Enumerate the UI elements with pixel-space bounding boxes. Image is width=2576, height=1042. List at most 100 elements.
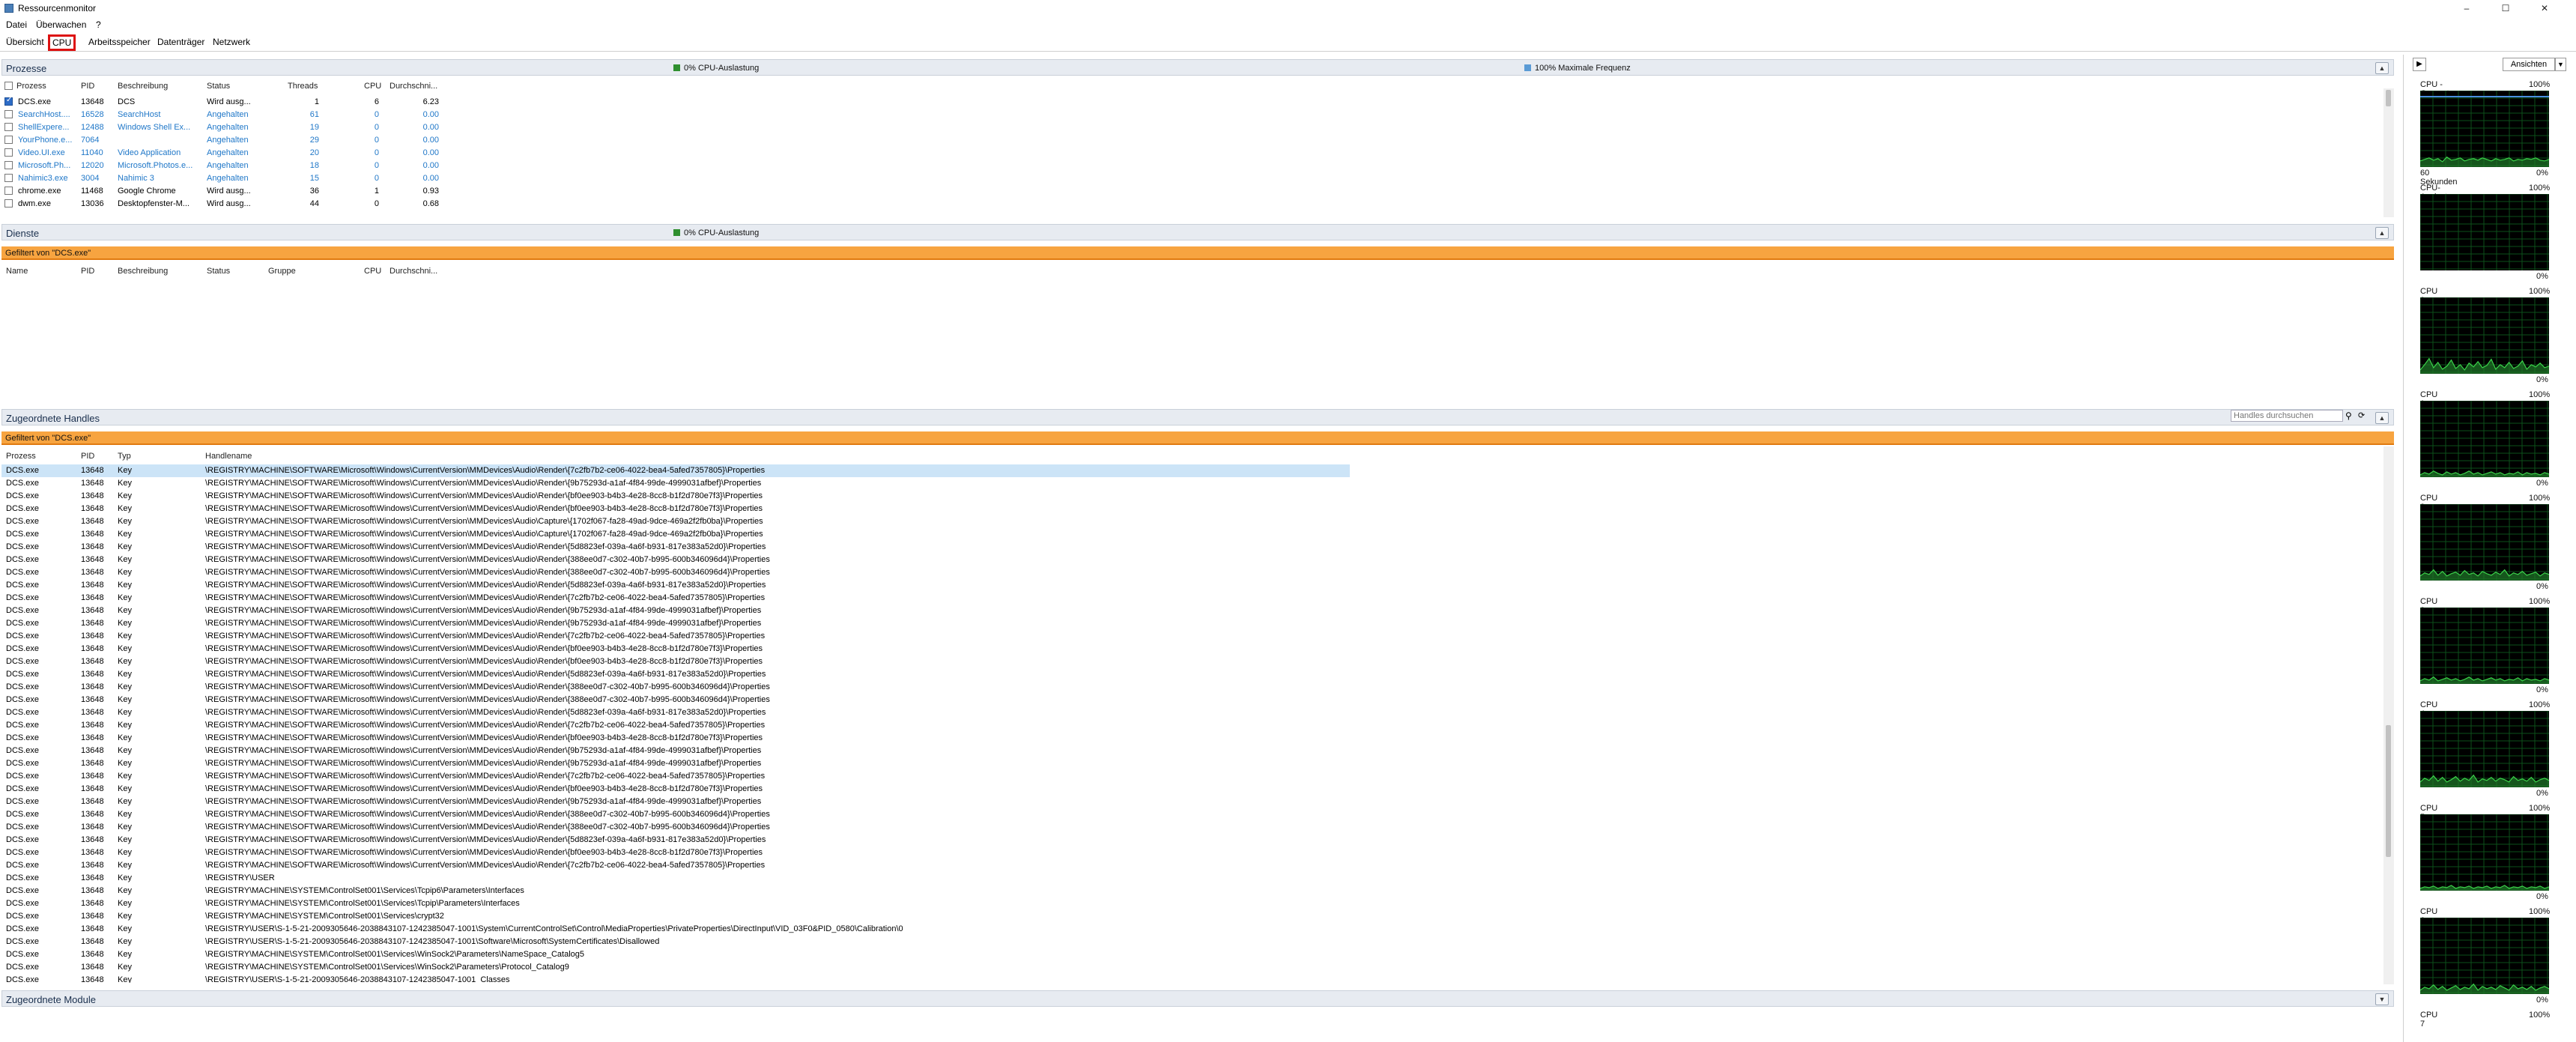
process-row[interactable]: YourPhone.e... 7064 Angehalten 29 0 0.00 <box>1 134 443 147</box>
handle-row[interactable]: DCS.exe 13648 Key \REGISTRY\MACHINE\SOFTWAR… <box>1 617 1350 630</box>
process-row[interactable]: SearchHost.... 16528 SearchHost Angehalten 6… <box>1 109 443 121</box>
search-icon[interactable]: ⚲ <box>2345 411 2352 421</box>
process-row[interactable]: ShellExpere... 12488 Windows Shell Ex... An… <box>1 121 443 134</box>
process-checkbox[interactable] <box>4 199 13 208</box>
handle-row[interactable]: DCS.exe 13648 Key \REGISTRY\USER\S-1-5-21-2… <box>1 936 1350 948</box>
handle-row[interactable]: DCS.exe 13648 Key \REGISTRY\MACHINE\SOFTWAR… <box>1 477 1350 490</box>
col-handle-pid[interactable]: PID <box>81 452 94 461</box>
views-dropdown-icon[interactable]: ▼ <box>2555 58 2566 71</box>
handle-row[interactable]: DCS.exe 13648 Key \REGISTRY\USER\S-1-5-21-2… <box>1 974 1350 983</box>
close-button[interactable]: ✕ <box>2527 0 2562 16</box>
col-service-cpu[interactable]: CPU <box>364 267 381 276</box>
tab-arbeitsspeicher[interactable]: Arbeitsspeicher <box>88 37 151 47</box>
processes-header[interactable]: Prozesse 0% CPU-Auslastung 100% Maximale… <box>1 59 2394 76</box>
process-row[interactable]: DCS.exe 13648 DCS Wird ausg... 1 6 6.23 <box>1 96 443 109</box>
process-checkbox[interactable] <box>4 136 13 144</box>
handle-row[interactable]: DCS.exe 13648 Key \REGISTRY\MACHINE\SOFTWAR… <box>1 655 1350 668</box>
col-service-pid[interactable]: PID <box>81 267 94 276</box>
col-status[interactable]: Status <box>207 82 230 91</box>
process-checkbox[interactable] <box>4 161 13 169</box>
handle-row[interactable]: DCS.exe 13648 Key \REGISTRY\MACHINE\SOFTWAR… <box>1 834 1350 846</box>
collapse-processes-button[interactable]: ▲ <box>2375 62 2389 74</box>
modules-header[interactable]: Zugeordnete Module ▼ <box>1 990 2394 1007</box>
process-row[interactable]: dwm.exe 13036 Desktopfenster-M... Wird ausg… <box>1 198 443 210</box>
handle-row[interactable]: DCS.exe 13648 Key \REGISTRY\MACHINE\SOFTWAR… <box>1 732 1350 745</box>
collapse-panel-button[interactable]: ▶ <box>2413 58 2426 71</box>
handles-scrollbar[interactable] <box>2383 446 2394 984</box>
process-checkbox[interactable] <box>4 148 13 157</box>
handle-row[interactable]: DCS.exe 13648 Key \REGISTRY\MACHINE\SOFTWAR… <box>1 579 1350 592</box>
process-checkbox[interactable] <box>4 174 13 182</box>
handle-row[interactable]: DCS.exe 13648 Key \REGISTRY\MACHINE\SOFTWAR… <box>1 783 1350 796</box>
col-handle-prozess[interactable]: Prozess <box>6 452 36 461</box>
processes-scroll-thumb[interactable] <box>2386 90 2391 106</box>
handle-row[interactable]: DCS.exe 13648 Key \REGISTRY\MACHINE\SOFTWAR… <box>1 745 1350 757</box>
handle-row[interactable]: DCS.exe 13648 Key \REGISTRY\MACHINE\SOFTWAR… <box>1 541 1350 554</box>
process-row[interactable]: Microsoft.Ph... 12020 Microsoft.Photos.e..… <box>1 160 443 172</box>
handle-row[interactable]: DCS.exe 13648 Key \REGISTRY\USER\S-1-5-21-2… <box>1 923 1350 936</box>
col-beschreibung[interactable]: Beschreibung <box>118 82 168 91</box>
handle-row[interactable]: DCS.exe 13648 Key \REGISTRY\MACHINE\SOFTWAR… <box>1 770 1350 783</box>
handle-row[interactable]: DCS.exe 13648 Key \REGISTRY\MACHINE\SOFTWAR… <box>1 490 1350 503</box>
menu-help[interactable]: ? <box>96 19 101 30</box>
select-all-checkbox[interactable] <box>4 82 13 90</box>
tab-datentraeger[interactable]: Datenträger <box>157 37 204 47</box>
handle-row[interactable]: DCS.exe 13648 Key \REGISTRY\MACHINE\SOFTWAR… <box>1 554 1350 566</box>
handle-row[interactable]: DCS.exe 13648 Key \REGISTRY\MACHINE\SOFTWAR… <box>1 630 1350 643</box>
handle-row[interactable]: DCS.exe 13648 Key \REGISTRY\MACHINE\SOFTWAR… <box>1 681 1350 694</box>
handle-row[interactable]: DCS.exe 13648 Key \REGISTRY\MACHINE\SOFTWAR… <box>1 592 1350 605</box>
tab-uebersicht[interactable]: Übersicht <box>6 37 44 47</box>
handles-header[interactable]: Zugeordnete Handles ▲ <box>1 409 2394 425</box>
col-service-status[interactable]: Status <box>207 267 230 276</box>
handle-row[interactable]: DCS.exe 13648 Key \REGISTRY\MACHINE\SOFTWAR… <box>1 821 1350 834</box>
handle-row[interactable]: DCS.exe 13648 Key \REGISTRY\MACHINE\SOFTWAR… <box>1 719 1350 732</box>
process-checkbox[interactable] <box>4 123 13 131</box>
menu-ueberwachen[interactable]: Überwachen <box>36 19 86 30</box>
process-checkbox[interactable] <box>4 96 13 106</box>
col-prozess[interactable]: Prozess <box>16 82 46 91</box>
col-pid[interactable]: PID <box>81 82 94 91</box>
handle-row[interactable]: DCS.exe 13648 Key \REGISTRY\MACHINE\SOFTWAR… <box>1 668 1350 681</box>
process-checkbox[interactable] <box>4 110 13 118</box>
handle-row[interactable]: DCS.exe 13648 Key \REGISTRY\MACHINE\SOFTWAR… <box>1 706 1350 719</box>
handle-row[interactable]: DCS.exe 13648 Key \REGISTRY\MACHINE\SOFTWAR… <box>1 757 1350 770</box>
process-row[interactable]: Video.UI.exe 11040 Video Application Angeha… <box>1 147 443 160</box>
col-service-durchschnitt[interactable]: Durchschni... <box>390 267 437 276</box>
handle-row[interactable]: DCS.exe 13648 Key \REGISTRY\MACHINE\SOFTWAR… <box>1 503 1350 515</box>
handle-row[interactable]: DCS.exe 13648 Key \REGISTRY\MACHINE\SOFTWAR… <box>1 528 1350 541</box>
handle-row[interactable]: DCS.exe 13648 Key \REGISTRY\MACHINE\SOFTWAR… <box>1 566 1350 579</box>
process-row[interactable]: Nahimic3.exe 3004 Nahimic 3 Angehalten 15 0 0.… <box>1 172 443 185</box>
tab-netzwerk[interactable]: Netzwerk <box>213 37 250 47</box>
handle-row[interactable]: DCS.exe 13648 Key \REGISTRY\MACHINE\SOFTWAR… <box>1 859 1350 872</box>
col-service-beschreibung[interactable]: Beschreibung <box>118 267 168 276</box>
col-durchschnitt[interactable]: Durchschni... <box>390 82 437 91</box>
tab-cpu[interactable]: CPU <box>48 34 76 51</box>
col-gruppe[interactable]: Gruppe <box>268 267 296 276</box>
handle-row[interactable]: DCS.exe 13648 Key \REGISTRY\MACHINE\SOFTWAR… <box>1 808 1350 821</box>
handle-row[interactable]: DCS.exe 13648 Key \REGISTRY\MACHINE\SOFTWAR… <box>1 515 1350 528</box>
collapse-services-button[interactable]: ▲ <box>2375 227 2389 239</box>
handle-row[interactable]: DCS.exe 13648 Key \REGISTRY\MACHINE\SOFTWAR… <box>1 464 1350 477</box>
col-threads[interactable]: Threads <box>288 82 318 91</box>
process-row[interactable]: chrome.exe 11468 Google Chrome Wird ausg...… <box>1 185 443 198</box>
handle-row[interactable]: DCS.exe 13648 Key \REGISTRY\MACHINE\SOFTWAR… <box>1 796 1350 808</box>
handle-row[interactable]: DCS.exe 13648 Key \REGISTRY\MACHINE\SYSTEM\… <box>1 885 1350 897</box>
maximize-button[interactable]: ☐ <box>2488 0 2523 16</box>
handles-search-input[interactable] <box>2231 410 2343 422</box>
minimize-button[interactable]: – <box>2449 0 2484 16</box>
handle-row[interactable]: DCS.exe 13648 Key \REGISTRY\MACHINE\SYSTEM\… <box>1 961 1350 974</box>
handle-row[interactable]: DCS.exe 13648 Key \REGISTRY\MACHINE\SYSTEM\… <box>1 897 1350 910</box>
services-header[interactable]: Dienste 0% CPU-Auslastung ▲ <box>1 224 2394 240</box>
process-checkbox[interactable] <box>4 187 13 195</box>
handle-row[interactable]: DCS.exe 13648 Key \REGISTRY\USER <box>1 872 1350 885</box>
handle-row[interactable]: DCS.exe 13648 Key \REGISTRY\MACHINE\SOFTWAR… <box>1 605 1350 617</box>
handles-scroll-thumb[interactable] <box>2386 725 2391 857</box>
col-name[interactable]: Name <box>6 267 28 276</box>
handle-row[interactable]: DCS.exe 13648 Key \REGISTRY\MACHINE\SOFTWAR… <box>1 694 1350 706</box>
processes-scrollbar[interactable] <box>2383 88 2394 217</box>
handle-row[interactable]: DCS.exe 13648 Key \REGISTRY\MACHINE\SYSTEM\… <box>1 948 1350 961</box>
handle-row[interactable]: DCS.exe 13648 Key \REGISTRY\MACHINE\SYSTEM\… <box>1 910 1350 923</box>
expand-modules-button[interactable]: ▼ <box>2375 993 2389 1005</box>
collapse-handles-button[interactable]: ▲ <box>2375 412 2389 424</box>
handle-row[interactable]: DCS.exe 13648 Key \REGISTRY\MACHINE\SOFTWAR… <box>1 643 1350 655</box>
